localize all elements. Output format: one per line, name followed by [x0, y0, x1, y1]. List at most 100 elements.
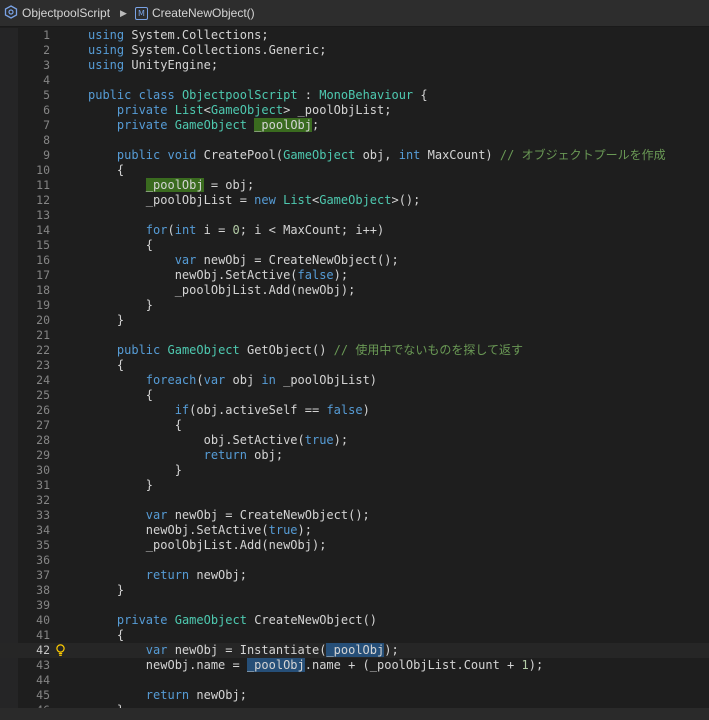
- code-editor[interactable]: 1 using System.Collections; 2 using System.…: [0, 28, 709, 708]
- code-line[interactable]: 39: [0, 598, 709, 613]
- code-line[interactable]: 37 return newObj;: [0, 568, 709, 583]
- code-line[interactable]: 4: [0, 73, 709, 88]
- code-line[interactable]: 28 obj.SetActive(true);: [0, 433, 709, 448]
- code-token: obj;: [246, 448, 284, 462]
- code-line[interactable]: 9 public void CreatePool(GameObject obj,…: [0, 148, 709, 163]
- code-token: true: [268, 523, 298, 537]
- code-line[interactable]: 43 newObj.name = _poolObj.name + (_poolO…: [0, 658, 709, 673]
- code-token: {: [88, 358, 125, 372]
- code-line[interactable]: 11 _poolObj = obj;: [0, 178, 709, 193]
- code-text: _poolObjList = new List<GameObject>();: [88, 193, 421, 208]
- line-number: 43: [36, 658, 50, 672]
- line-number: 35: [36, 538, 50, 552]
- code-token: UnityEngine;: [124, 58, 219, 72]
- code-line[interactable]: 36: [0, 553, 709, 568]
- code-line[interactable]: 44: [0, 673, 709, 688]
- code-line[interactable]: 7 private GameObject _poolObj;: [0, 118, 709, 133]
- code-token: false: [326, 403, 363, 417]
- code-line[interactable]: 29 return obj;: [0, 448, 709, 463]
- code-line[interactable]: 31 }: [0, 478, 709, 493]
- line-number: 38: [36, 583, 50, 597]
- code-line[interactable]: 26 if(obj.activeSelf == false): [0, 403, 709, 418]
- code-token: GameObject: [167, 343, 240, 357]
- code-token: obj,: [355, 148, 399, 162]
- code-line[interactable]: 38 }: [0, 583, 709, 598]
- code-line[interactable]: 40 private GameObject CreateNewObject(): [0, 613, 709, 628]
- code-text: private GameObject _poolObj;: [88, 118, 319, 133]
- code-token: 1: [521, 658, 529, 672]
- line-number: 28: [36, 433, 50, 447]
- code-token: {: [88, 163, 125, 177]
- code-text: var newObj = Instantiate(_poolObj);: [88, 643, 399, 658]
- code-line[interactable]: 19 }: [0, 298, 709, 313]
- code-line[interactable]: 16 var newObj = CreateNewObject();: [0, 253, 709, 268]
- horizontal-scrollbar[interactable]: [0, 708, 709, 720]
- code-line[interactable]: 35 _poolObjList.Add(newObj);: [0, 538, 709, 553]
- line-number: 23: [36, 358, 50, 372]
- line-number: 10: [36, 163, 50, 177]
- code-token: }: [88, 313, 125, 327]
- code-line[interactable]: 8: [0, 133, 709, 148]
- code-text: var newObj = CreateNewObject();: [88, 253, 399, 268]
- code-token: void: [167, 148, 197, 162]
- code-text: return newObj;: [88, 688, 247, 703]
- code-token: List: [283, 193, 312, 207]
- code-line[interactable]: 32: [0, 493, 709, 508]
- code-line[interactable]: 23 {: [0, 358, 709, 373]
- line-number: 9: [43, 148, 50, 162]
- code-token: GameObject: [283, 148, 356, 162]
- code-line[interactable]: 30 }: [0, 463, 709, 478]
- csharp-file-icon: [4, 4, 18, 22]
- code-token: return: [203, 448, 247, 462]
- code-token: if: [174, 403, 190, 417]
- line-number: 41: [36, 628, 50, 642]
- code-line[interactable]: 5 public class ObjectpoolScript : MonoBeh…: [0, 88, 709, 103]
- line-number: 26: [36, 403, 50, 417]
- line-number: 4: [43, 73, 50, 87]
- code-line[interactable]: 13: [0, 208, 709, 223]
- code-line[interactable]: 3 using UnityEngine;: [0, 58, 709, 73]
- code-line[interactable]: 34 newObj.SetActive(true);: [0, 523, 709, 538]
- code-line[interactable]: 1 using System.Collections;: [0, 28, 709, 43]
- code-token: );: [528, 658, 544, 672]
- code-line[interactable]: 41 {: [0, 628, 709, 643]
- code-line[interactable]: 20 }: [0, 313, 709, 328]
- code-line[interactable]: 2 using System.Collections.Generic;: [0, 43, 709, 58]
- code-token: GameObject: [319, 193, 392, 207]
- breadcrumb-method[interactable]: CreateNewObject(): [152, 6, 255, 20]
- code-token: >();: [391, 193, 421, 207]
- code-token: for: [145, 223, 168, 237]
- code-line[interactable]: 12 _poolObjList = new List<GameObject>()…: [0, 193, 709, 208]
- code-line[interactable]: 14 for(int i = 0; i < MaxCount; i++): [0, 223, 709, 238]
- code-line[interactable]: 25 {: [0, 388, 709, 403]
- line-number: 6: [43, 103, 50, 117]
- breadcrumb-file[interactable]: ObjectpoolScript: [22, 6, 110, 20]
- code-line[interactable]: 10 {: [0, 163, 709, 178]
- code-line[interactable]: 42 var newObj = Instantiate(_poolObj);: [0, 643, 709, 658]
- lightbulb-icon[interactable]: [55, 644, 66, 657]
- code-line[interactable]: 27 {: [0, 418, 709, 433]
- code-line[interactable]: 18 _poolObjList.Add(newObj);: [0, 283, 709, 298]
- code-token: ; i < MaxCount; i++): [239, 223, 385, 237]
- code-line[interactable]: 33 var newObj = CreateNewObject();: [0, 508, 709, 523]
- code-token: false: [297, 268, 334, 282]
- code-text: {: [88, 628, 124, 643]
- code-line[interactable]: 45 return newObj;: [0, 688, 709, 703]
- highlighted-symbol: _poolObj: [254, 118, 312, 132]
- code-line[interactable]: 22 public GameObject GetObject() // 使用中で…: [0, 343, 709, 358]
- code-token: _poolObjList =: [88, 193, 255, 207]
- code-line[interactable]: 24 foreach(var obj in _poolObjList): [0, 373, 709, 388]
- code-line[interactable]: 15 {: [0, 238, 709, 253]
- code-line[interactable]: 6 private List<GameObject> _poolObjList;: [0, 103, 709, 118]
- code-token: }: [88, 583, 125, 597]
- code-line[interactable]: 17 newObj.SetActive(false);: [0, 268, 709, 283]
- code-line[interactable]: 21: [0, 328, 709, 343]
- code-token: new: [254, 193, 276, 207]
- code-token: ): [362, 403, 370, 417]
